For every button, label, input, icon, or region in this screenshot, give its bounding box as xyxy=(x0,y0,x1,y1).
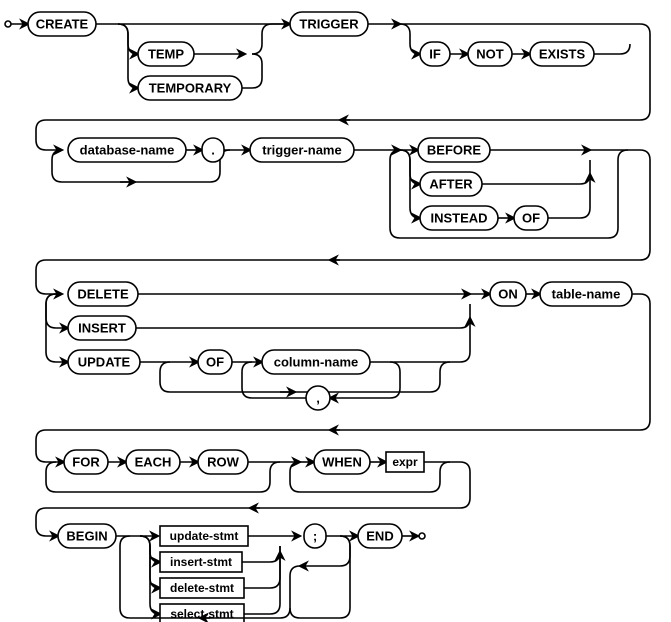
token-create: CREATE xyxy=(36,17,89,32)
token-begin: BEGIN xyxy=(66,529,107,544)
token-not: NOT xyxy=(476,47,504,62)
token-semicolon: ; xyxy=(313,529,317,544)
token-select-stmt: select-stmt xyxy=(170,607,233,621)
token-each: EACH xyxy=(135,455,172,470)
token-of: OF xyxy=(522,211,540,226)
token-temporary: TEMPORARY xyxy=(149,81,232,96)
token-exists: EXISTS xyxy=(539,47,586,62)
token-instead: INSTEAD xyxy=(430,211,487,226)
token-of2: OF xyxy=(206,355,224,370)
token-if: IF xyxy=(429,47,441,62)
token-for: FOR xyxy=(72,455,100,470)
token-temp: TEMP xyxy=(148,47,184,62)
token-update-stmt: update-stmt xyxy=(170,529,239,543)
token-insert-stmt: insert-stmt xyxy=(170,555,232,569)
token-column-name: column-name xyxy=(274,355,359,370)
token-row: ROW xyxy=(207,455,240,470)
token-when: WHEN xyxy=(322,455,362,470)
railroad-diagram: CREATE TEMP TEMPORARY TRIGGER IF NOT EXI… xyxy=(0,0,671,622)
token-dot: . xyxy=(211,143,215,158)
token-database-name: database-name xyxy=(80,143,175,158)
token-delete-stmt: delete-stmt xyxy=(170,581,234,595)
token-update: UPDATE xyxy=(78,355,131,370)
token-comma: , xyxy=(316,391,320,406)
token-on: ON xyxy=(498,287,518,302)
token-delete: DELETE xyxy=(77,287,129,302)
token-before: BEFORE xyxy=(427,143,482,158)
token-trigger-name: trigger-name xyxy=(262,143,341,158)
token-trigger: TRIGGER xyxy=(299,17,359,32)
token-table-name: table-name xyxy=(552,287,621,302)
token-after: AFTER xyxy=(429,177,473,192)
token-expr: expr xyxy=(392,455,418,469)
token-end: END xyxy=(366,529,393,544)
token-insert: INSERT xyxy=(78,321,126,336)
